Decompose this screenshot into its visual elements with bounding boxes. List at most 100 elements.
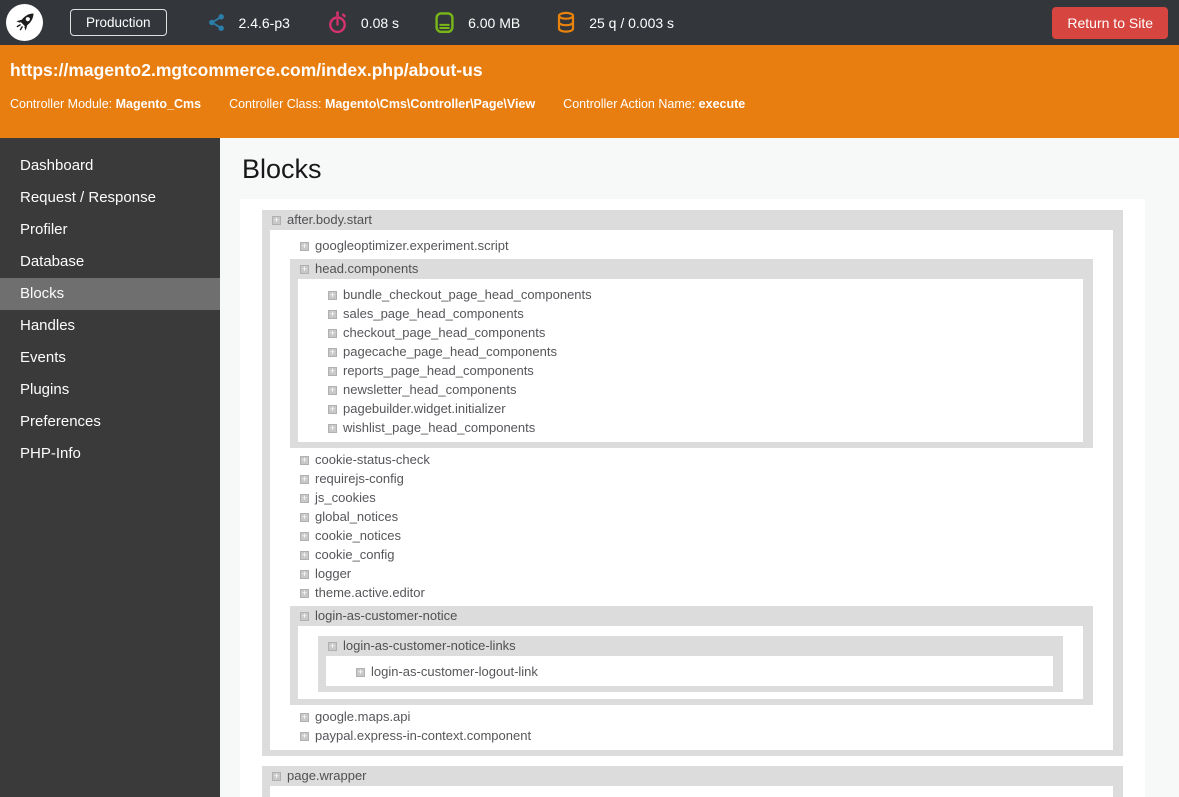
share-icon bbox=[207, 13, 226, 32]
stopwatch-icon bbox=[327, 11, 348, 34]
block-leaf[interactable]: + cookie-status-check bbox=[270, 451, 1113, 470]
expand-icon[interactable]: + bbox=[300, 241, 309, 251]
block-leaf[interactable]: + js_cookies bbox=[270, 489, 1113, 508]
block-leaf[interactable]: + paypal.express-in-context.component bbox=[270, 727, 1113, 746]
controller-class: Controller Class: Magento\Cms\Controller… bbox=[229, 97, 536, 111]
block-leaf[interactable]: + pagecache_page_head_components bbox=[298, 343, 1083, 362]
rocket-logo[interactable] bbox=[6, 4, 43, 41]
expand-icon[interactable]: + bbox=[328, 366, 337, 376]
controller-module: Controller Module: Magento_Cms bbox=[10, 97, 202, 111]
block-leaf[interactable]: + checkout_page_head_components bbox=[298, 324, 1083, 343]
block-page.wrapper: + page.wrapper bbox=[262, 766, 1123, 797]
block-leaf[interactable]: + login-as-customer-logout-link bbox=[326, 663, 1053, 682]
expand-icon[interactable]: + bbox=[300, 455, 309, 465]
return-to-site-button[interactable]: Return to Site bbox=[1052, 6, 1168, 39]
block-label: login-as-customer-notice bbox=[315, 608, 458, 623]
block-leaf[interactable]: + cookie_config bbox=[270, 546, 1113, 565]
sidebar-item-plugins[interactable]: Plugins bbox=[0, 374, 220, 406]
block-leaf[interactable]: + sales_page_head_components bbox=[298, 305, 1083, 324]
expand-icon[interactable]: + bbox=[300, 474, 309, 484]
expand-icon[interactable]: + bbox=[300, 731, 309, 741]
expand-icon[interactable]: + bbox=[272, 771, 281, 781]
block-header[interactable]: + after.body.start bbox=[262, 210, 1123, 230]
block-leaf[interactable]: + pagebuilder.widget.initializer bbox=[298, 400, 1083, 419]
expand-icon[interactable]: + bbox=[300, 712, 309, 722]
block-leaf[interactable]: + reports_page_head_components bbox=[298, 362, 1083, 381]
block-header[interactable]: + page.wrapper bbox=[262, 766, 1123, 786]
block-head.components: + head.components + bundle_checkout_page_he… bbox=[290, 259, 1093, 448]
block-leaf[interactable]: + newsletter_head_components bbox=[298, 381, 1083, 400]
block-label: sales_page_head_components bbox=[343, 306, 524, 321]
block-label: logger bbox=[315, 566, 352, 581]
magento-version-value: 2.4.6-p3 bbox=[238, 14, 290, 31]
block-label: google.maps.api bbox=[315, 709, 411, 724]
block-children: + login-as-customer-notice-links + login-as… bbox=[298, 626, 1083, 699]
block-header[interactable]: + login-as-customer-notice-links bbox=[318, 636, 1063, 656]
controller-action: Controller Action Name: execute bbox=[563, 97, 746, 111]
expand-icon[interactable]: + bbox=[300, 531, 309, 541]
expand-icon[interactable]: + bbox=[300, 512, 309, 522]
expand-icon[interactable]: + bbox=[300, 493, 309, 503]
sidebar-item-events[interactable]: Events bbox=[0, 342, 220, 374]
expand-icon[interactable]: + bbox=[356, 667, 365, 677]
expand-icon[interactable]: + bbox=[300, 550, 309, 560]
sidebar-item-preferences[interactable]: Preferences bbox=[0, 406, 220, 438]
production-mode-button[interactable]: Production bbox=[70, 9, 167, 36]
block-label: head.components bbox=[315, 261, 419, 276]
expand-icon[interactable]: + bbox=[300, 611, 309, 621]
sidebar-item-handles[interactable]: Handles bbox=[0, 310, 220, 342]
sidebar-item-php-info[interactable]: PHP-Info bbox=[0, 438, 220, 470]
block-leaf[interactable]: + google.maps.api bbox=[270, 708, 1113, 727]
block-children: + bundle_checkout_page_head_components + sa… bbox=[298, 279, 1083, 442]
sidebar-item-profiler[interactable]: Profiler bbox=[0, 214, 220, 246]
block-label: global_notices bbox=[315, 509, 399, 524]
block-login-as-customer-notice-links: + login-as-customer-notice-links + login-as… bbox=[318, 636, 1063, 692]
block-label: wishlist_page_head_components bbox=[343, 420, 536, 435]
blocks-tree: + after.body.start + googleoptimizer.experi… bbox=[262, 210, 1123, 797]
toolbar: Production 2.4.6-p3 0.08 s 6.00 MB 25 q … bbox=[0, 0, 1179, 45]
block-children: + googleoptimizer.experiment.script + head.… bbox=[270, 230, 1113, 750]
block-children: + login-as-customer-logout-link bbox=[326, 656, 1053, 686]
expand-icon[interactable]: + bbox=[300, 264, 309, 274]
expand-icon[interactable]: + bbox=[328, 290, 337, 300]
block-leaf[interactable]: + wishlist_page_head_components bbox=[298, 419, 1083, 438]
block-label: cookie_notices bbox=[315, 528, 401, 543]
sidebar-item-blocks[interactable]: Blocks bbox=[0, 278, 220, 310]
memory-icon bbox=[434, 11, 455, 34]
block-leaf[interactable]: + googleoptimizer.experiment.script bbox=[270, 237, 1113, 256]
block-label: pagecache_page_head_components bbox=[343, 344, 557, 359]
block-leaf[interactable]: + theme.active.editor bbox=[270, 584, 1113, 603]
expand-icon[interactable]: + bbox=[328, 404, 337, 414]
block-header[interactable]: + head.components bbox=[290, 259, 1093, 279]
block-label: cookie_config bbox=[315, 547, 395, 562]
request-url: https://magento2.mgtcommerce.com/index.p… bbox=[10, 60, 483, 80]
sidebar-item-dashboard[interactable]: Dashboard bbox=[0, 150, 220, 182]
expand-icon[interactable]: + bbox=[328, 641, 337, 651]
block-header[interactable]: + login-as-customer-notice bbox=[290, 606, 1093, 626]
expand-icon[interactable]: + bbox=[272, 215, 281, 225]
expand-icon[interactable]: + bbox=[328, 309, 337, 319]
expand-icon[interactable]: + bbox=[328, 347, 337, 357]
block-label: page.wrapper bbox=[287, 768, 367, 783]
rocket-icon bbox=[15, 13, 33, 31]
expand-icon[interactable]: + bbox=[328, 423, 337, 433]
sidebar-item-request-response[interactable]: Request / Response bbox=[0, 182, 220, 214]
page-title: Blocks bbox=[242, 154, 322, 184]
block-leaf[interactable]: + cookie_notices bbox=[270, 527, 1113, 546]
expand-icon[interactable]: + bbox=[300, 588, 309, 598]
block-children bbox=[270, 786, 1113, 797]
block-leaf[interactable]: + requirejs-config bbox=[270, 470, 1113, 489]
expand-icon[interactable]: + bbox=[300, 569, 309, 579]
load-time-value: 0.08 s bbox=[360, 14, 400, 31]
block-leaf[interactable]: + logger bbox=[270, 565, 1113, 584]
block-leaf[interactable]: + bundle_checkout_page_head_components bbox=[298, 286, 1083, 305]
block-login-as-customer-notice: + login-as-customer-notice + login-as-custo… bbox=[290, 606, 1093, 705]
expand-icon[interactable]: + bbox=[328, 328, 337, 338]
database-queries-metric: 25 q / 0.003 s bbox=[556, 11, 674, 34]
sidebar-item-database[interactable]: Database bbox=[0, 246, 220, 278]
block-label: pagebuilder.widget.initializer bbox=[343, 401, 506, 416]
block-leaf[interactable]: + global_notices bbox=[270, 508, 1113, 527]
controller-info: Controller Module: Magento_Cms Controlle… bbox=[10, 96, 1169, 112]
block-label: after.body.start bbox=[287, 212, 373, 227]
expand-icon[interactable]: + bbox=[328, 385, 337, 395]
